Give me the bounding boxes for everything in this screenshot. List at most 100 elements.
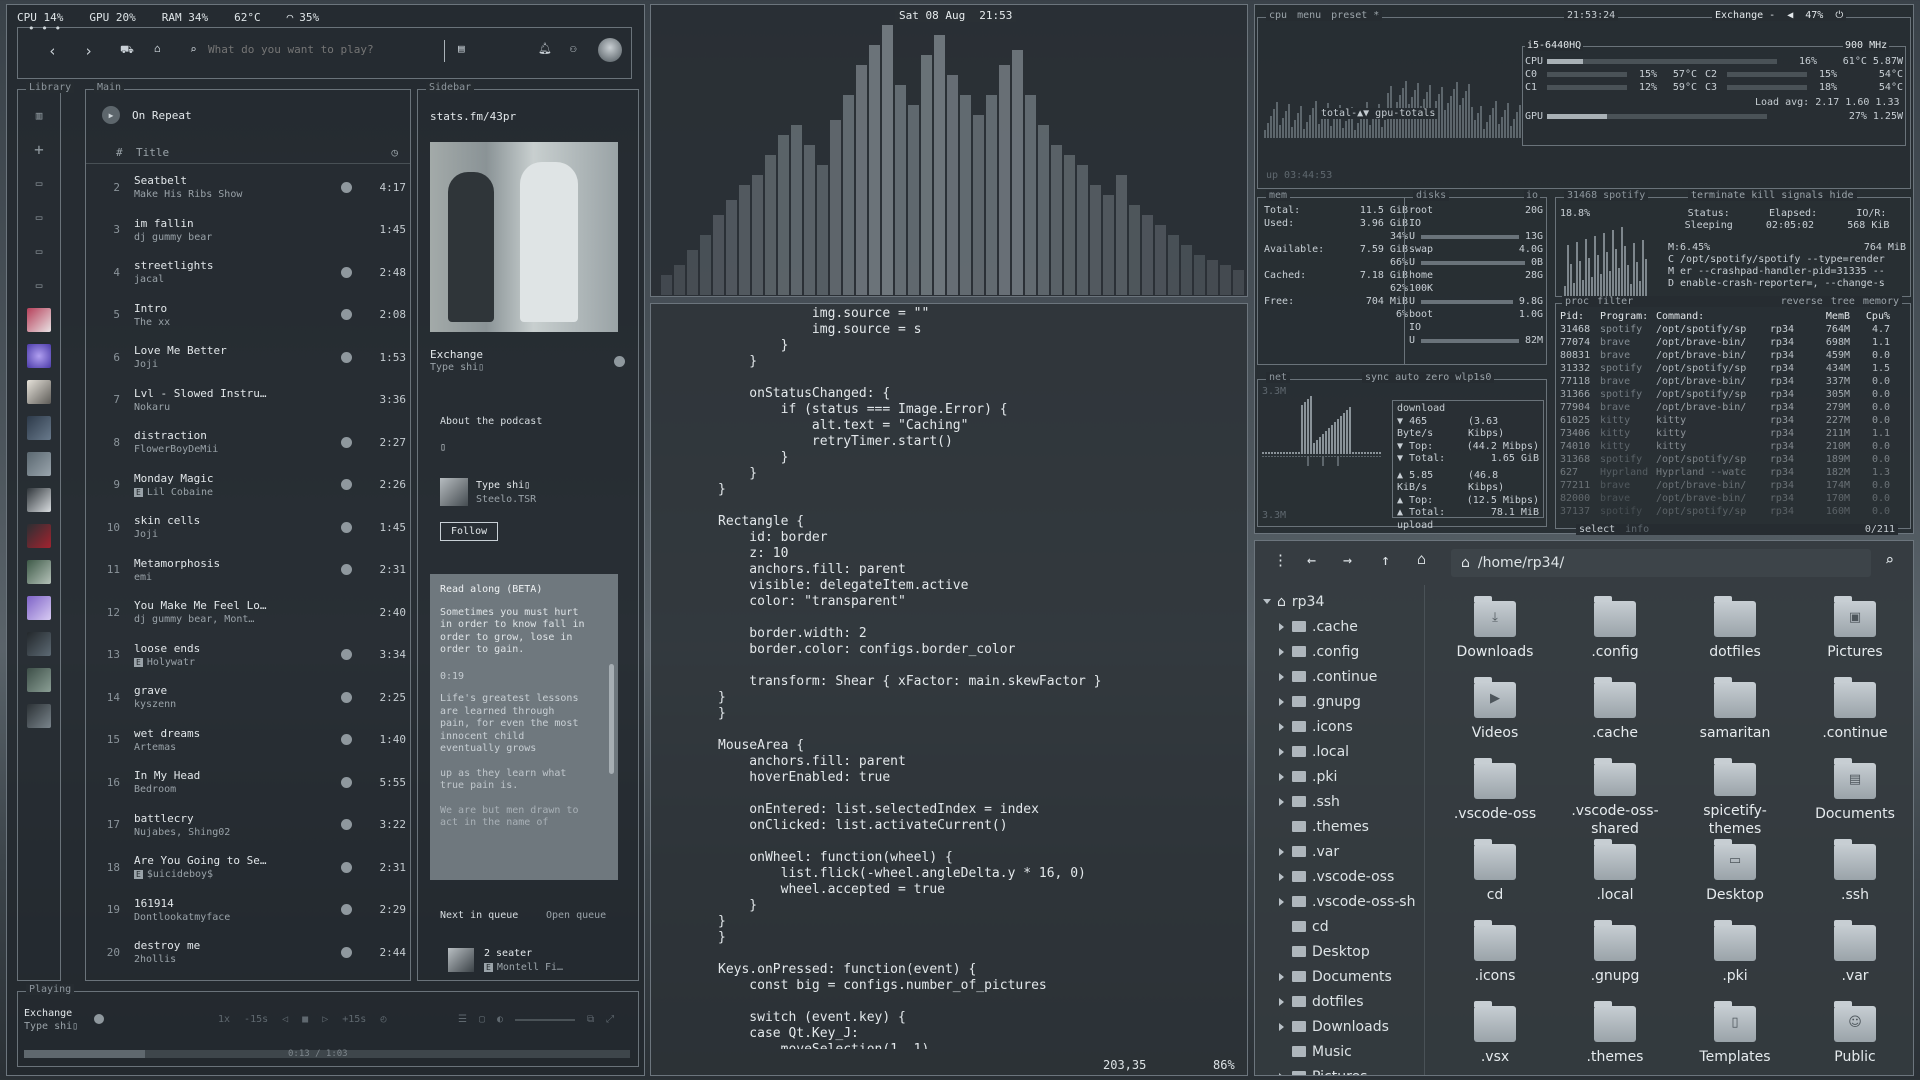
search-input[interactable] xyxy=(208,43,428,56)
expand-icon[interactable] xyxy=(1279,1022,1284,1031)
liked-icon[interactable] xyxy=(341,309,352,321)
avatar[interactable] xyxy=(598,38,622,62)
friends-icon[interactable]: ⚇ xyxy=(570,42,577,55)
fm-folder[interactable]: ▯ Templates xyxy=(1675,1000,1795,1080)
volume-icon[interactable]: ◐ xyxy=(497,1014,503,1025)
kill-button[interactable]: kill xyxy=(1751,190,1775,201)
side-song[interactable]: Exchange xyxy=(430,348,483,361)
liked-icon[interactable] xyxy=(341,607,352,618)
devices-icon[interactable]: ▢ xyxy=(479,1014,485,1025)
fm-folder[interactable]: .pki xyxy=(1675,919,1795,1000)
track-artist[interactable]: Joji xyxy=(134,529,158,540)
liked-icon[interactable] xyxy=(341,479,352,491)
liked-icon[interactable] xyxy=(341,436,352,448)
track-title[interactable]: grave xyxy=(134,684,341,697)
track-title[interactable]: 161914 xyxy=(134,897,341,910)
terminate-button[interactable]: terminate xyxy=(1691,190,1745,201)
now-title[interactable]: Exchange xyxy=(24,1008,72,1019)
liked-icon[interactable] xyxy=(341,521,352,533)
proc-row[interactable]: 77211 brave/opt/brave-bin/rp34 174M 0.0 xyxy=(1560,479,1906,492)
track-title[interactable]: wet dreams xyxy=(134,727,341,740)
speed-icon[interactable]: 1x xyxy=(218,1014,230,1025)
tree-item[interactable]: Music xyxy=(1255,1039,1424,1064)
proc-row[interactable]: 77904 brave/opt/brave-bin/rp34 279M 0.0 xyxy=(1560,401,1906,414)
track-row[interactable]: 4 streetlights jacal 2:48 xyxy=(86,251,410,294)
folder-icon[interactable]: ▭ xyxy=(28,172,50,194)
playlist-thumb[interactable] xyxy=(27,380,51,404)
liked-icon[interactable] xyxy=(341,819,352,831)
stats-url[interactable]: stats.fm/43pr xyxy=(430,110,516,123)
forward-icon[interactable]: › xyxy=(84,42,93,60)
track-row[interactable]: 6 Love Me Better Joji 1:53 xyxy=(86,336,410,379)
check-icon[interactable] xyxy=(94,1014,104,1024)
track-row[interactable]: 17 battlecry Nujabes, Shing02 3:22 xyxy=(86,804,410,847)
track-title[interactable]: Seatbelt xyxy=(134,174,341,187)
tree-item[interactable]: .var xyxy=(1255,839,1424,864)
btop-tab-cpu[interactable]: cpu xyxy=(1269,10,1287,21)
expand-icon[interactable] xyxy=(1279,722,1284,731)
track-title[interactable]: Monday Magic xyxy=(134,472,341,485)
read-scrollbar[interactable] xyxy=(609,664,614,774)
queue-title[interactable]: 2 seater xyxy=(484,948,532,959)
fm-forward-icon[interactable]: → xyxy=(1343,551,1352,569)
folder-icon[interactable]: ▭ xyxy=(28,206,50,228)
proc-sort[interactable]: memory xyxy=(1863,296,1899,307)
track-row[interactable]: 18 Are You Going to Se… E $uicideboy$ 2:3… xyxy=(86,846,410,889)
liked-icon[interactable] xyxy=(341,946,352,958)
fm-folder[interactable]: spicetify-themes xyxy=(1675,757,1795,838)
liked-icon[interactable] xyxy=(341,181,352,193)
track-artist[interactable]: Bedroom xyxy=(134,784,176,795)
expand-icon[interactable] xyxy=(1279,622,1284,631)
playlist-thumb[interactable] xyxy=(27,488,51,512)
fm-folder[interactable]: .var xyxy=(1795,919,1915,1000)
track-row[interactable]: 9 Monday Magic E Lil Cobaine 2:26 xyxy=(86,464,410,507)
proc-select[interactable]: select xyxy=(1579,524,1615,535)
proc-row[interactable]: 77074 brave/opt/brave-bin/rp34 698M 1.1 xyxy=(1560,336,1906,349)
fm-folder[interactable]: .gnupg xyxy=(1555,919,1675,1000)
track-row[interactable]: 5 Intro The xx 2:08 xyxy=(86,294,410,337)
skip-back-button[interactable]: -15s xyxy=(244,1014,268,1025)
fm-folder[interactable]: ▭ Desktop xyxy=(1675,838,1795,919)
fm-folder[interactable]: ⤓ Downloads xyxy=(1435,595,1555,676)
tree-item[interactable]: cd xyxy=(1255,914,1424,939)
tree-item[interactable]: Downloads xyxy=(1255,1014,1424,1039)
miniplayer-icon[interactable]: ⧉ xyxy=(587,1014,594,1025)
speaker-icon[interactable]: ◀ xyxy=(1787,10,1793,21)
queue-icon[interactable]: ☰ xyxy=(458,1014,467,1025)
track-title[interactable]: skin cells xyxy=(134,514,341,527)
track-row[interactable]: 13 loose ends E Holywatr 3:34 xyxy=(86,634,410,677)
tree-item[interactable]: dotfiles xyxy=(1255,989,1424,1014)
track-artist[interactable]: Make His Ribs Show xyxy=(134,189,242,200)
fm-folder[interactable]: ▤ Documents xyxy=(1795,757,1915,838)
proc-reverse[interactable]: reverse xyxy=(1781,296,1823,307)
expand-icon[interactable] xyxy=(1279,747,1284,756)
expand-icon[interactable] xyxy=(1279,772,1284,781)
fullscreen-icon[interactable]: ⤢ xyxy=(606,1014,614,1025)
track-row[interactable]: 3 im fallin dj gummy bear 1:45 xyxy=(86,209,410,252)
hide-button[interactable]: hide xyxy=(1829,190,1853,201)
podcast-thumb[interactable] xyxy=(440,478,468,506)
playlist-thumb[interactable] xyxy=(27,632,51,656)
fm-folder[interactable]: .config xyxy=(1555,595,1675,676)
track-title[interactable]: Lvl - Slowed Instru… xyxy=(134,387,341,400)
track-row[interactable]: 16 In My Head Bedroom 5:55 xyxy=(86,761,410,804)
tree-item[interactable]: .local xyxy=(1255,739,1424,764)
track-row[interactable]: 10 skin cells Joji 1:45 xyxy=(86,506,410,549)
proc-row[interactable]: 37137 spotify/opt/spotify/sp rp34 160M 0.0 xyxy=(1560,505,1906,518)
fm-folder[interactable]: .cache xyxy=(1555,676,1675,757)
proc-tree[interactable]: tree xyxy=(1831,296,1855,307)
track-row[interactable]: 15 wet dreams Artemas 1:40 xyxy=(86,719,410,762)
pause-icon[interactable]: ■ xyxy=(302,1014,308,1025)
track-title[interactable]: Are You Going to Se… xyxy=(134,854,341,867)
fm-folder[interactable]: ☺ Public xyxy=(1795,1000,1915,1080)
playlist-thumb[interactable] xyxy=(27,308,51,332)
proc-info[interactable]: info xyxy=(1625,524,1649,535)
fm-search-icon[interactable]: ⌕ xyxy=(1885,551,1894,569)
code-area[interactable]: img.source = "" img.source = s } } onSta… xyxy=(651,304,1247,1049)
expand-icon[interactable] xyxy=(1279,872,1284,881)
track-row[interactable]: 7 Lvl - Slowed Instru… Nokaru 3:36 xyxy=(86,379,410,422)
track-artist[interactable]: dj gummy bear xyxy=(134,232,212,243)
track-artist[interactable]: Artemas xyxy=(134,742,176,753)
proc-row[interactable]: 77118 brave/opt/brave-bin/rp34 337M 0.0 xyxy=(1560,375,1906,388)
home-icon[interactable]: ⌂ xyxy=(154,42,161,55)
